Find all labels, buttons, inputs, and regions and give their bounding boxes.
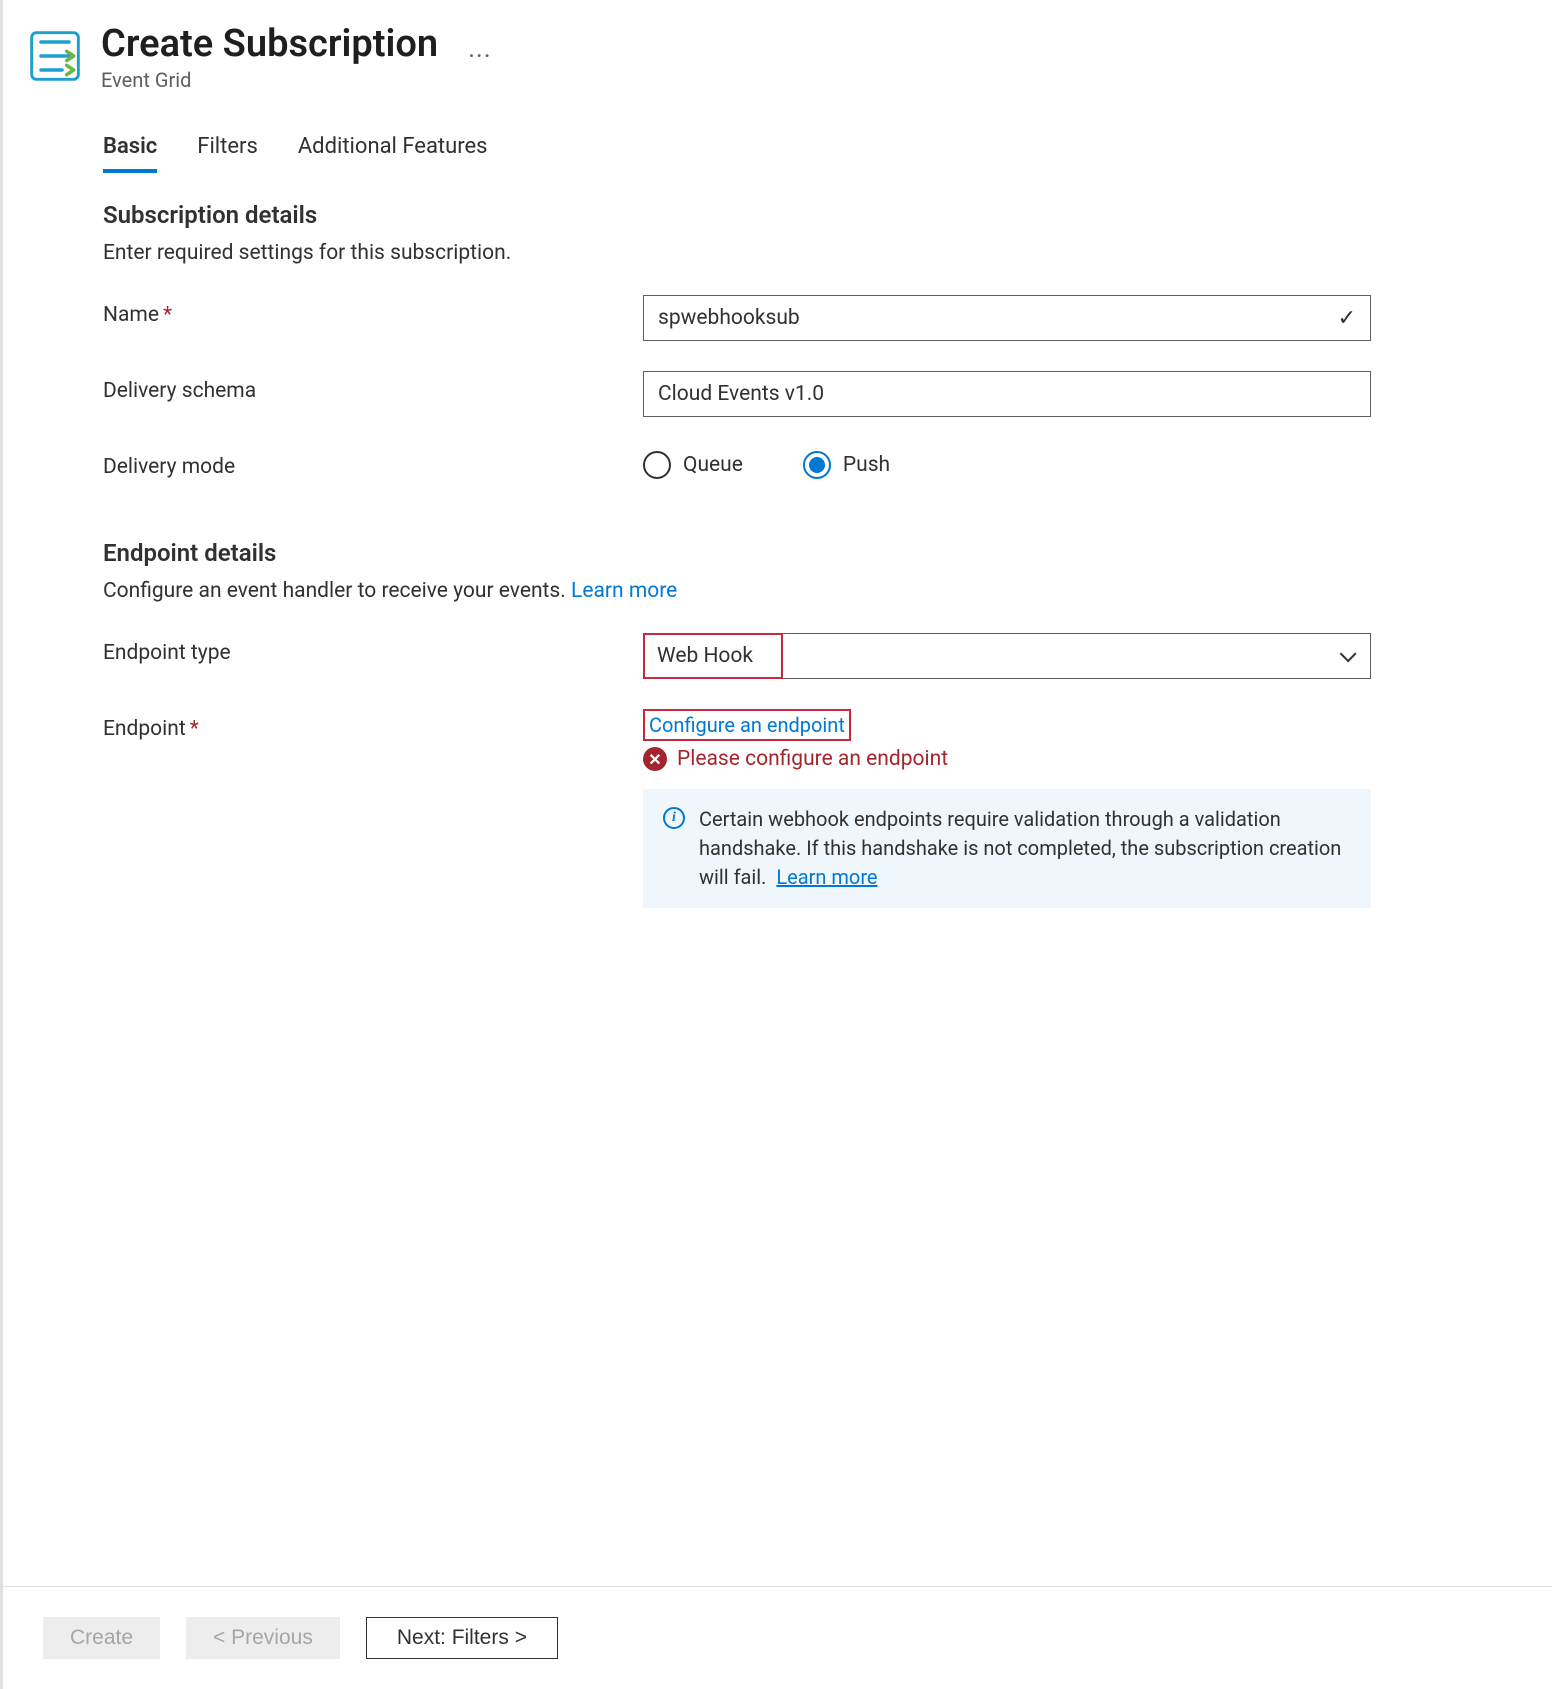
radio-queue-label: Queue	[683, 453, 743, 477]
tab-additional-features[interactable]: Additional Features	[298, 128, 488, 173]
endpoint-type-value: Web Hook	[643, 633, 783, 679]
page-subtitle: Event Grid	[101, 68, 438, 92]
tabs: Basic Filters Additional Features	[103, 128, 1512, 173]
error-icon: ✕	[643, 747, 667, 771]
page-title: Create Subscription	[101, 22, 438, 66]
event-grid-icon	[27, 28, 83, 84]
tab-basic[interactable]: Basic	[103, 128, 157, 173]
configure-endpoint-link[interactable]: Configure an endpoint	[649, 713, 845, 737]
subscription-section-title: Subscription details	[103, 201, 1512, 229]
create-button[interactable]: Create	[43, 1617, 160, 1659]
endpoint-error: ✕ Please configure an endpoint	[643, 747, 1512, 771]
radio-icon	[643, 451, 671, 479]
delivery-mode-label: Delivery mode	[103, 447, 643, 479]
radio-push[interactable]: Push	[803, 451, 890, 479]
radio-icon	[803, 451, 831, 479]
endpoint-error-text: Please configure an endpoint	[677, 747, 948, 771]
delivery-schema-input[interactable]: Cloud Events v1.0	[643, 371, 1371, 417]
endpoint-learn-more-link[interactable]: Learn more	[571, 579, 677, 603]
previous-button[interactable]: < Previous	[186, 1617, 340, 1659]
chevron-down-icon	[1340, 645, 1357, 662]
footer: Create < Previous Next: Filters >	[3, 1586, 1552, 1689]
name-value: spwebhooksub	[658, 306, 800, 330]
subscription-section-desc: Enter required settings for this subscri…	[103, 241, 1512, 265]
radio-push-label: Push	[843, 453, 890, 477]
delivery-mode-group: Queue Push	[643, 447, 1512, 479]
radio-queue[interactable]: Queue	[643, 451, 743, 479]
delivery-schema-label: Delivery schema	[103, 371, 643, 403]
endpoint-type-label: Endpoint type	[103, 633, 643, 665]
name-label: Name*	[103, 295, 643, 327]
endpoint-section-desc: Configure an event handler to receive yo…	[103, 579, 1512, 603]
tab-filters[interactable]: Filters	[197, 128, 258, 173]
name-input[interactable]: spwebhooksub ✓	[643, 295, 1371, 341]
page-header: Create Subscription Event Grid ···	[27, 22, 1512, 92]
endpoint-info-box: i Certain webhook endpoints require vali…	[643, 789, 1371, 908]
delivery-schema-value: Cloud Events v1.0	[658, 382, 824, 406]
more-actions-button[interactable]: ···	[468, 42, 491, 72]
endpoint-info-learn-more-link[interactable]: Learn more	[776, 865, 877, 889]
endpoint-type-select[interactable]: Web Hook	[643, 633, 1371, 679]
next-button[interactable]: Next: Filters >	[366, 1617, 558, 1659]
endpoint-label: Endpoint*	[103, 709, 643, 741]
endpoint-section-title: Endpoint details	[103, 539, 1512, 567]
check-icon: ✓	[1338, 306, 1356, 331]
info-icon: i	[663, 807, 685, 829]
